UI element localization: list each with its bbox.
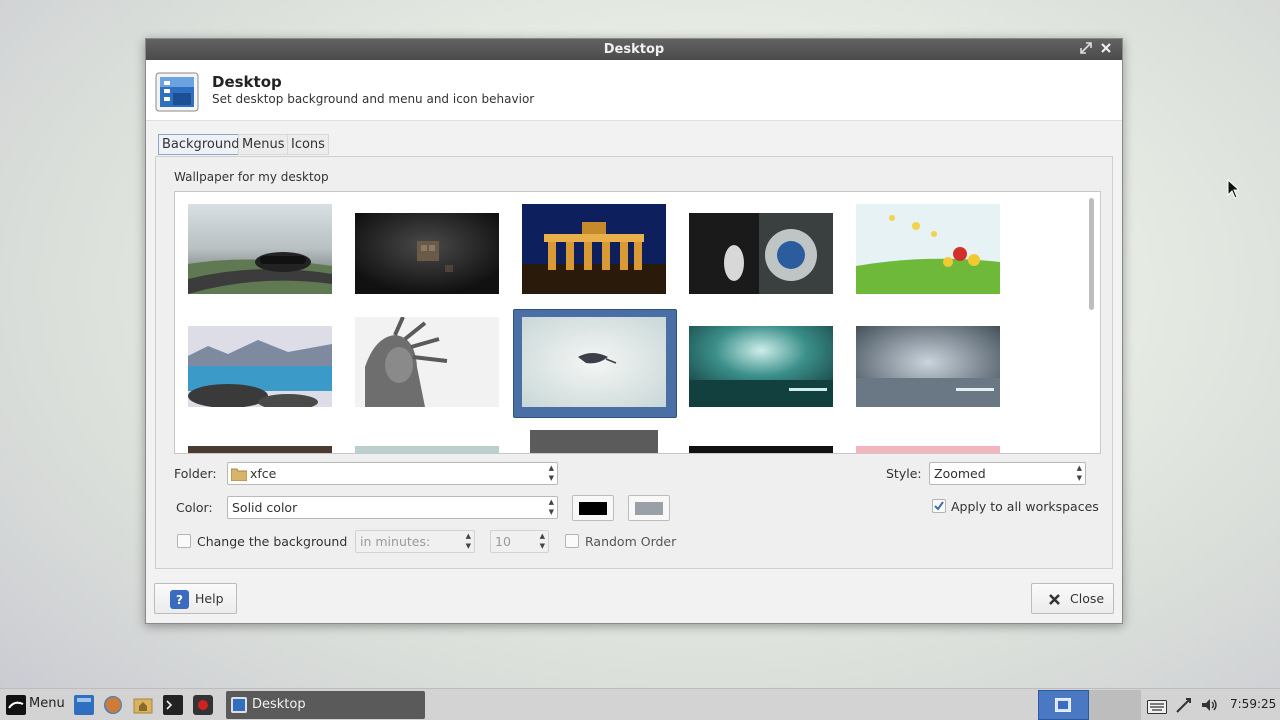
- workspace-window-icon: [1055, 698, 1071, 712]
- wallpaper-thumbnail-grid[interactable]: [174, 191, 1101, 454]
- window-titlebar[interactable]: Desktop: [146, 39, 1122, 60]
- menu-label: Menu: [29, 696, 65, 711]
- tab-icons[interactable]: Icons: [287, 134, 329, 155]
- file-manager-icon[interactable]: [133, 695, 153, 715]
- taskbar: Menu Desktop 7:59:25: [0, 688, 1280, 720]
- desktop-settings-window: Desktop Desktop Set desktop background a…: [145, 38, 1123, 624]
- apply-all-workspaces-checkbox[interactable]: [932, 499, 946, 513]
- style-label: Style:: [886, 466, 922, 481]
- volume-icon[interactable]: [1199, 695, 1219, 715]
- tab-icons-label: Icons: [291, 137, 325, 152]
- terminal-icon[interactable]: [163, 695, 183, 715]
- help-button[interactable]: ? Help: [154, 583, 237, 614]
- close-window-icon[interactable]: [1098, 41, 1114, 57]
- change-background-checkbox[interactable]: [177, 534, 191, 548]
- taskbar-window-desktop[interactable]: Desktop: [226, 691, 425, 719]
- thumbnail-scrollbar[interactable]: [1089, 198, 1094, 310]
- interval-value: 10: [495, 534, 511, 549]
- network-icon[interactable]: [1174, 695, 1194, 715]
- color-combo-arrow-icon: ▲ ▼: [548, 498, 554, 516]
- linux-lite-logo-icon: [6, 695, 26, 715]
- random-order-label[interactable]: Random Order: [585, 534, 676, 549]
- wallpaper-thumbnail-linux-lite-teal[interactable]: [689, 326, 833, 407]
- desktop-launcher-icon[interactable]: [74, 695, 94, 715]
- color-value: Solid color: [232, 500, 298, 515]
- window-title: Desktop: [603, 42, 665, 57]
- workspace-switcher[interactable]: [1038, 690, 1141, 720]
- mouse-cursor-icon: [1227, 179, 1239, 199]
- secondary-color-button[interactable]: [628, 495, 670, 521]
- color-combo[interactable]: Solid color ▲ ▼: [227, 496, 558, 519]
- interval-unit-combo[interactable]: in minutes: ▲ ▼: [355, 530, 475, 553]
- tab-menus[interactable]: Menus: [238, 134, 289, 155]
- desktop-window-icon: [231, 697, 247, 713]
- folder-value: xfce: [250, 466, 277, 481]
- tab-background[interactable]: Background: [158, 134, 244, 155]
- folder-icon: [231, 468, 247, 481]
- dialog-header: Desktop Set desktop background and menu …: [146, 60, 1122, 121]
- wallpaper-thumbnail-brandenburg-gate[interactable]: [522, 204, 666, 294]
- menu-button[interactable]: Menu: [4, 693, 66, 717]
- tab-background-label: Background: [162, 137, 240, 152]
- primary-color-swatch: [579, 502, 607, 515]
- style-combo[interactable]: Zoomed ▲ ▼: [929, 462, 1086, 485]
- wallpaper-thumbnail-car[interactable]: [188, 204, 332, 294]
- style-value: Zoomed: [934, 466, 986, 481]
- tab-menus-label: Menus: [242, 137, 285, 152]
- interval-unit-value: in minutes:: [360, 534, 431, 549]
- change-background-label[interactable]: Change the background: [197, 534, 347, 549]
- primary-color-button[interactable]: [572, 495, 614, 521]
- desktop-settings-icon: [155, 72, 199, 112]
- wallpaper-thumbnail-cubes[interactable]: [355, 213, 499, 294]
- help-icon: ?: [170, 590, 189, 609]
- help-label: Help: [195, 591, 224, 606]
- taskbar-window-label: Desktop: [252, 697, 306, 712]
- folder-label: Folder:: [174, 466, 217, 481]
- wallpaper-section-label: Wallpaper for my desktop: [174, 170, 329, 184]
- maximize-icon[interactable]: [1078, 41, 1094, 57]
- screen-recorder-icon[interactable]: [193, 695, 213, 715]
- dialog-title: Desktop: [212, 73, 282, 91]
- apply-all-workspaces-label[interactable]: Apply to all workspaces: [951, 499, 1099, 514]
- keyboard-icon[interactable]: [1147, 697, 1167, 717]
- dialog-subtitle: Set desktop background and menu and icon…: [212, 92, 535, 106]
- close-button[interactable]: Close: [1031, 583, 1114, 614]
- close-x-icon: [1049, 594, 1060, 605]
- svg-text:?: ?: [176, 593, 183, 607]
- wallpaper-thumbnail-row3-1[interactable]: [188, 446, 332, 453]
- close-label: Close: [1070, 591, 1105, 606]
- wallpaper-thumbnail-robot[interactable]: [689, 213, 833, 294]
- wallpaper-thumbnail-feather[interactable]: [522, 317, 666, 407]
- firefox-icon[interactable]: [103, 695, 123, 715]
- wallpaper-thumbnail-statue-of-liberty[interactable]: [355, 317, 499, 407]
- secondary-color-swatch: [635, 502, 663, 515]
- style-combo-arrow-icon: ▲ ▼: [1076, 464, 1082, 482]
- color-label: Color:: [176, 500, 213, 515]
- folder-combo[interactable]: xfce ▲ ▼: [227, 462, 558, 485]
- folder-combo-arrow-icon: ▲ ▼: [548, 464, 554, 482]
- wallpaper-thumbnail-row3-5[interactable]: [856, 446, 1000, 453]
- clock[interactable]: 7:59:25: [1230, 697, 1276, 711]
- wallpaper-thumbnail-row3-2[interactable]: [355, 446, 499, 453]
- wallpaper-thumbnail-lake[interactable]: [188, 326, 332, 407]
- random-order-checkbox[interactable]: [565, 534, 579, 548]
- wallpaper-thumbnail-row3-4[interactable]: [689, 446, 833, 453]
- wallpaper-thumbnail-linux-lite-grey[interactable]: [856, 326, 1000, 407]
- wallpaper-thumbnail-flowers[interactable]: [856, 204, 1000, 294]
- workspace-1[interactable]: [1038, 690, 1089, 720]
- interval-spinner-arrow-icon: ▲ ▼: [539, 532, 545, 550]
- wallpaper-thumbnail-row3-3[interactable]: [530, 430, 658, 453]
- interval-value-spinner[interactable]: 10 ▲ ▼: [490, 530, 549, 553]
- interval-unit-arrow-icon: ▲ ▼: [465, 532, 471, 550]
- checkmark-icon: [934, 501, 944, 511]
